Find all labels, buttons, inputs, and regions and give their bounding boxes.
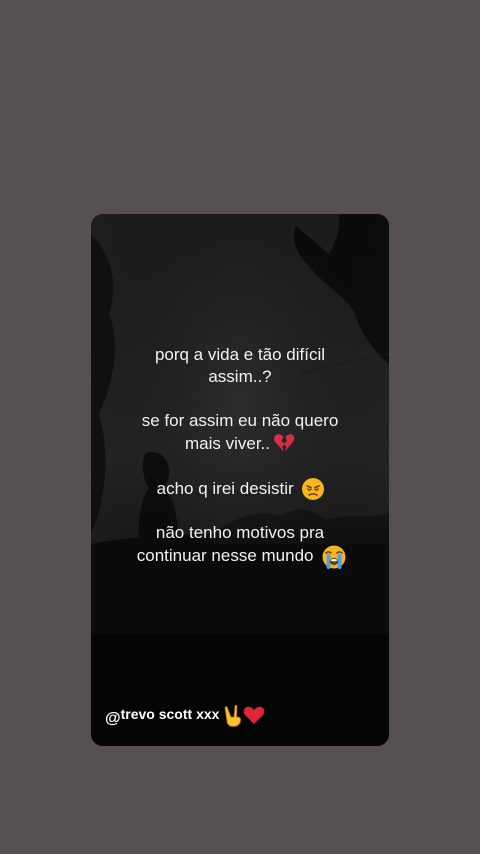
story-line: assim..?	[208, 367, 272, 386]
story-line: mais viver..	[184, 434, 271, 453]
loudly-crying-face-icon	[321, 544, 346, 569]
username-sticker[interactable]: @trevo scott xxx	[105, 705, 265, 728]
story-card[interactable]: porq a vida e tão difícil assim..? se fo…	[91, 214, 389, 746]
story-line-with-icon: continuar nesse mundo	[91, 544, 389, 569]
story-line-with-icon: acho q irei desistir	[91, 477, 389, 500]
story-line: continuar nesse mundo	[136, 546, 314, 565]
disappointed-face-icon	[301, 477, 325, 500]
broken-heart-icon	[273, 432, 295, 454]
story-line: acho q irei desistir	[156, 479, 294, 498]
victory-hand-icon	[223, 705, 243, 727]
story-line: se for assim eu não quero	[141, 411, 339, 430]
story-line: porq a vida e tão difícil	[154, 345, 326, 364]
username-handle: trevo scott xxx	[120, 706, 220, 722]
story-text: porq a vida e tão difícil assim..? se fo…	[91, 344, 389, 569]
story-line: não tenho motivos pra	[155, 523, 325, 542]
red-heart-icon	[243, 705, 265, 725]
story-viewer: porq a vida e tão difícil assim..? se fo…	[0, 0, 480, 854]
at-symbol: @	[105, 710, 121, 727]
story-line-with-icon: mais viver..	[91, 432, 389, 455]
